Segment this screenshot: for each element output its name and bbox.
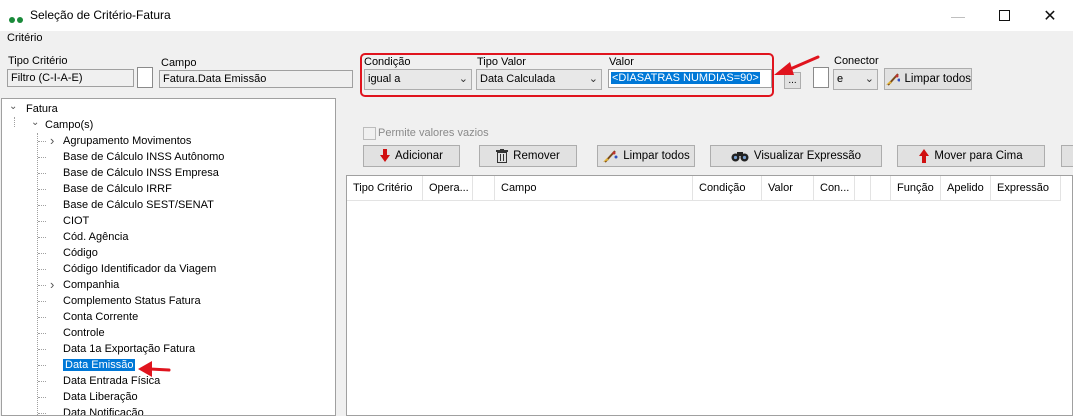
- grid-column-header[interactable]: [871, 176, 891, 201]
- tipo-valor-value: Data Calculada: [480, 73, 556, 85]
- tree-item[interactable]: Cód. Agência: [63, 229, 128, 245]
- trash-icon: [496, 149, 509, 163]
- close-button[interactable]: ✕: [1027, 0, 1073, 31]
- limpar-todos-top-button[interactable]: Limpar todos: [884, 68, 972, 90]
- conector-checkbox[interactable]: [813, 67, 829, 88]
- condicao-value: igual a: [368, 73, 401, 85]
- tipo-valor-label: Tipo Valor: [477, 56, 526, 68]
- tree-item[interactable]: CIOT: [63, 213, 89, 229]
- grid-column-header[interactable]: Apelido: [941, 176, 991, 201]
- grid-column-header[interactable]: Tipo Critério: [347, 176, 423, 201]
- conector-label: Conector: [834, 55, 879, 67]
- tree-item[interactable]: Base de Cálculo SEST/SENAT: [63, 197, 214, 213]
- grid-column-header[interactable]: Expressão: [991, 176, 1061, 201]
- chevron-down-icon: ⌄: [588, 73, 598, 85]
- maximize-icon: [998, 10, 1010, 21]
- tree-item[interactable]: Data Liberação: [63, 389, 138, 405]
- grid-column-header[interactable]: Valor: [762, 176, 814, 201]
- grid-column-header[interactable]: Campo: [495, 176, 693, 201]
- chevron-down-icon: ⌄: [458, 73, 468, 85]
- tree-item[interactable]: Companhia: [63, 277, 119, 293]
- arrow-down-icon: [380, 149, 391, 162]
- visualizar-expressao-button[interactable]: Visualizar Expressão: [710, 145, 882, 167]
- tree-item[interactable]: Data Emissão: [63, 357, 136, 373]
- brush-icon: [603, 150, 618, 163]
- section-label-criterio: Critério: [7, 32, 43, 44]
- grid-column-header[interactable]: Con...: [814, 176, 855, 201]
- conector-select[interactable]: e ⌄: [833, 69, 878, 90]
- tipo-criterio-checkbox[interactable]: [137, 67, 153, 88]
- valor-label: Valor: [609, 56, 634, 68]
- maximize-button[interactable]: [981, 0, 1027, 31]
- tree-item[interactable]: Base de Cálculo INSS Empresa: [63, 165, 219, 181]
- tree-item[interactable]: Base de Cálculo IRRF: [63, 181, 172, 197]
- limpar-todos-button[interactable]: Limpar todos: [597, 145, 695, 167]
- grid-column-header[interactable]: Opera...: [423, 176, 473, 201]
- limpar-todos-top-label: Limpar todos: [904, 73, 971, 85]
- conector-value: e: [837, 73, 844, 85]
- condicao-select[interactable]: igual a ⌄: [364, 69, 472, 90]
- grid-column-header[interactable]: [473, 176, 495, 201]
- tree-item[interactable]: Complemento Status Fatura: [63, 293, 201, 309]
- tree-item[interactable]: Controle: [63, 325, 105, 341]
- grid-column-header[interactable]: [855, 176, 871, 201]
- valor-input[interactable]: <DIASATRAS NUMDIAS=90>: [608, 69, 772, 88]
- chevron-right-icon[interactable]: ›: [50, 277, 54, 292]
- criteria-grid[interactable]: Tipo Critério Opera... Campo Condição Valor C…: [346, 175, 1073, 416]
- grid-column-header[interactable]: Condição: [693, 176, 762, 201]
- arrow-up-icon: [919, 149, 930, 163]
- tree-item[interactable]: Data 1a Exportação Fatura: [63, 341, 195, 357]
- condicao-label: Condição: [364, 56, 411, 68]
- tipo-criterio-field[interactable]: Filtro (C-I-A-E): [7, 69, 134, 87]
- annotation-arrow-icon: [138, 361, 171, 377]
- chevron-down-icon[interactable]: ⌄: [9, 101, 17, 112]
- tree-item[interactable]: Agrupamento Movimentos: [63, 133, 191, 149]
- permite-vazios-label: Permite valores vazios: [378, 127, 489, 139]
- title-bar: Seleção de Critério-Fatura — ✕: [0, 0, 1073, 31]
- tree-item[interactable]: Código: [63, 245, 98, 261]
- remover-button[interactable]: Remover: [479, 145, 577, 167]
- tree-item[interactable]: Código Identificador da Viagem: [63, 261, 216, 277]
- chevron-down-icon[interactable]: ⌄: [31, 117, 39, 128]
- mover-para-cima-button[interactable]: Mover para Cima: [897, 145, 1045, 167]
- brush-icon: [886, 73, 900, 86]
- tipo-criterio-label: Tipo Critério: [8, 55, 68, 67]
- minimize-button[interactable]: —: [935, 0, 981, 31]
- grid-column-header[interactable]: Função: [891, 176, 941, 201]
- window: Seleção de Critério-Fatura — ✕ Critério …: [0, 0, 1073, 416]
- valor-value-selected: <DIASATRAS NUMDIAS=90>: [611, 72, 760, 84]
- adicionar-button[interactable]: Adicionar: [363, 145, 460, 167]
- tree-root[interactable]: Fatura: [26, 101, 58, 117]
- tree-item[interactable]: Conta Corrente: [63, 309, 138, 325]
- tipo-valor-select[interactable]: Data Calculada ⌄: [476, 69, 602, 90]
- app-icon: [9, 12, 25, 23]
- chevron-right-icon[interactable]: ›: [50, 133, 54, 148]
- tree-group[interactable]: Campo(s): [45, 117, 93, 133]
- binoculars-icon: [731, 152, 749, 162]
- campo-label: Campo: [161, 57, 197, 69]
- window-title: Seleção de Critério-Fatura: [30, 8, 171, 22]
- tree-item[interactable]: Base de Cálculo INSS Autônomo: [63, 149, 224, 165]
- campo-field[interactable]: Fatura.Data Emissão: [159, 70, 353, 88]
- permite-vazios-checkbox[interactable]: [363, 127, 376, 140]
- chevron-down-icon: ⌄: [864, 73, 874, 85]
- tree-item[interactable]: Data Notificação: [63, 405, 144, 415]
- toolbar-overflow-button[interactable]: [1061, 145, 1073, 167]
